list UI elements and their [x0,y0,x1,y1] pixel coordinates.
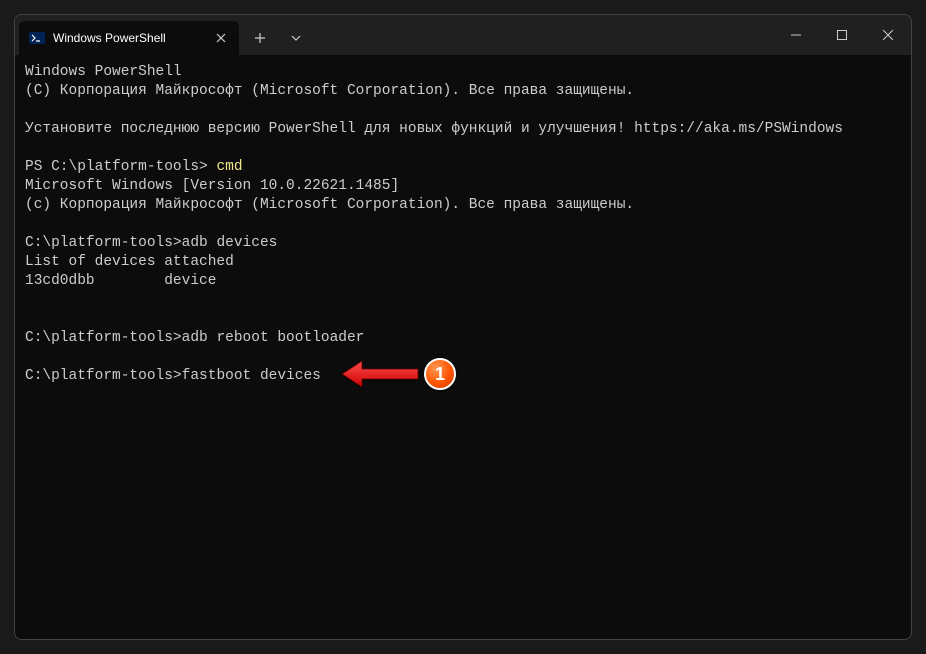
close-icon[interactable] [213,30,229,46]
tabs-area: Windows PowerShell [15,15,313,55]
prompt: PS C:\platform-tools> [25,159,216,175]
close-window-button[interactable] [865,15,911,55]
titlebar: Windows PowerShell [15,15,911,55]
terminal-line: 13cd0dbb device [25,273,216,289]
prompt: C:\platform-tools> [25,368,182,384]
terminal-line: Установите последнюю версию PowerShell д… [25,121,843,137]
powershell-icon [29,30,45,46]
tab-title: Windows PowerShell [53,31,205,45]
terminal-window: Windows PowerShell [14,14,912,640]
new-tab-button[interactable] [243,21,277,55]
prompt: C:\platform-tools> [25,235,182,251]
command-text: adb reboot bootloader [182,330,365,346]
window-controls [773,15,911,55]
terminal-output[interactable]: Windows PowerShell (C) Корпорация Майкро… [15,55,911,639]
prompt: C:\platform-tools> [25,330,182,346]
terminal-line: Microsoft Windows [Version 10.0.22621.14… [25,178,399,194]
command-text: fastboot devices [182,368,321,384]
tab-dropdown-button[interactable] [279,21,313,55]
terminal-line: List of devices attached [25,254,234,270]
terminal-line: Windows PowerShell [25,64,182,80]
minimize-button[interactable] [773,15,819,55]
tab-actions [243,21,313,55]
tab-powershell[interactable]: Windows PowerShell [19,21,239,55]
command-text: cmd [216,159,242,175]
terminal-line: (C) Корпорация Майкрософт (Microsoft Cor… [25,83,634,99]
command-text: adb devices [182,235,278,251]
terminal-line: (c) Корпорация Майкрософт (Microsoft Cor… [25,197,634,213]
maximize-button[interactable] [819,15,865,55]
